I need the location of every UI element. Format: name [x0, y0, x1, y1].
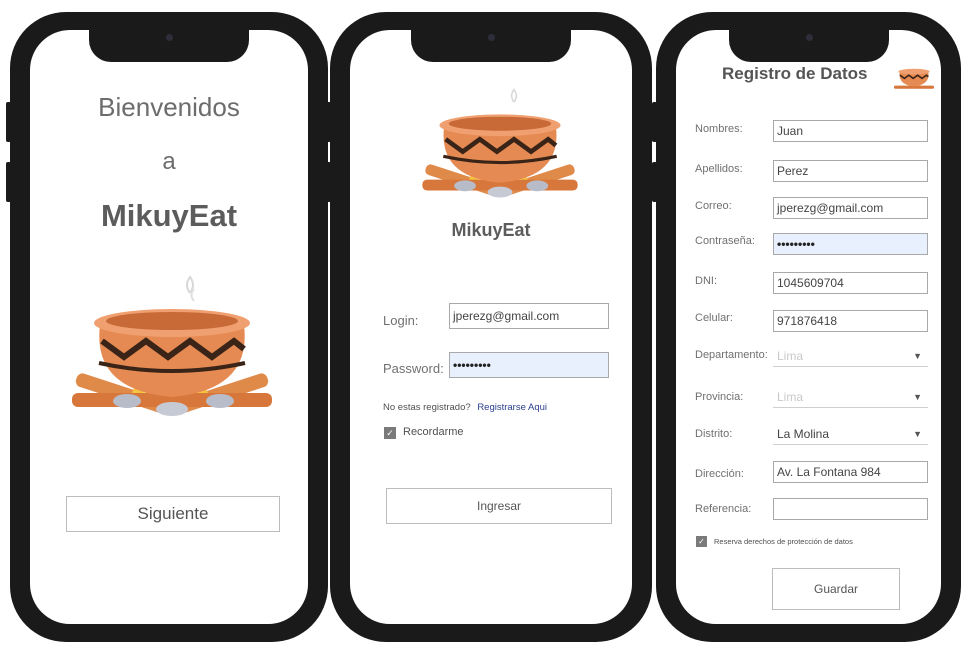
side-button [652, 162, 657, 202]
direccion-label: Dirección: [695, 468, 744, 480]
departamento-label: Departamento: [695, 349, 768, 361]
register-link[interactable]: Registrarse Aqui [477, 402, 547, 413]
camera-icon [166, 34, 173, 41]
referencia-label: Referencia: [695, 503, 752, 515]
celular-input[interactable]: 971876418 [773, 310, 928, 332]
phone-notch [89, 22, 249, 62]
direccion-input[interactable]: Av. La Fontana 984 [773, 461, 928, 483]
phone-frame-login: MikuyEat Login: jperezg@gmail.com Passwo… [326, 12, 652, 642]
side-button [6, 162, 11, 202]
register-screen: Registro de Datos Nombres: Juan Apellido… [676, 30, 941, 624]
login-label: Login: [383, 313, 419, 328]
provincia-label: Provincia: [695, 391, 744, 403]
login-screen: MikuyEat Login: jperezg@gmail.com Passwo… [350, 30, 632, 624]
save-button[interactable]: Guardar [772, 568, 900, 610]
contrasena-label: Contraseña: [695, 235, 755, 247]
phone-frame-register: Registro de Datos Nombres: Juan Apellido… [652, 12, 961, 642]
provincia-select[interactable]: Lima ▼ [773, 386, 928, 408]
departamento-value: Lima [777, 348, 804, 363]
welcome-title: Bienvenidos [98, 92, 240, 122]
not-registered-text: No estas registrado? [383, 402, 471, 413]
camera-icon [805, 34, 813, 41]
referencia-input[interactable] [773, 498, 928, 520]
side-button [326, 102, 331, 142]
dni-input[interactable]: 1045609704 [773, 272, 928, 294]
app-name: MikuyEat [451, 220, 531, 240]
remember-label: Recordarme [403, 426, 464, 438]
contrasena-input[interactable]: ••••••••• [773, 233, 928, 255]
provincia-value: Lima [777, 389, 804, 404]
dropdown-arrow-icon: ▼ [913, 350, 922, 361]
camera-icon [488, 34, 495, 41]
register-prompt: No estas registrado? Registrarse Aqui [383, 402, 547, 413]
dropdown-arrow-icon: ▼ [913, 428, 922, 439]
check-icon: ✓ [386, 427, 394, 438]
clay-pot-icon [422, 88, 578, 198]
side-button [6, 102, 11, 142]
welcome-connector: a [162, 148, 176, 175]
clay-pot-icon [894, 68, 934, 89]
password-input[interactable]: ••••••••• [449, 352, 609, 378]
welcome-screen: Bienvenidos a MikuyEat Siguiente [30, 30, 308, 624]
privacy-checkbox[interactable]: ✓ [696, 536, 707, 547]
side-button [326, 162, 331, 202]
check-icon: ✓ [698, 537, 705, 546]
celular-label: Celular: [695, 312, 733, 324]
dropdown-arrow-icon: ▼ [913, 391, 922, 402]
distrito-label: Distrito: [695, 428, 733, 440]
correo-label: Correo: [695, 200, 732, 212]
distrito-value: La Molina [777, 426, 830, 441]
distrito-select[interactable]: La Molina ▼ [773, 423, 928, 445]
password-label: Password: [383, 361, 444, 376]
dni-label: DNI: [695, 275, 717, 287]
login-input[interactable]: jperezg@gmail.com [449, 303, 609, 329]
privacy-label: Reserva derechos de protección de datos [714, 537, 853, 546]
nombres-label: Nombres: [695, 123, 743, 135]
apellidos-input[interactable]: Perez [773, 160, 928, 182]
apellidos-label: Apellidos: [695, 163, 743, 175]
next-button[interactable]: Siguiente [66, 496, 280, 532]
departamento-select[interactable]: Lima ▼ [773, 345, 928, 367]
nombres-input[interactable]: Juan [773, 120, 928, 142]
app-name: MikuyEat [100, 198, 238, 233]
login-submit-button[interactable]: Ingresar [386, 488, 612, 524]
phone-notch [411, 22, 571, 62]
phone-notch [728, 22, 889, 62]
side-button [652, 102, 657, 142]
correo-input[interactable]: jperezg@gmail.com [773, 197, 928, 219]
phone-frame-welcome: Bienvenidos a MikuyEat Siguiente [6, 12, 328, 642]
register-title: Registro de Datos [722, 64, 868, 83]
remember-checkbox[interactable]: ✓ [384, 427, 396, 439]
clay-pot-icon [72, 275, 272, 416]
